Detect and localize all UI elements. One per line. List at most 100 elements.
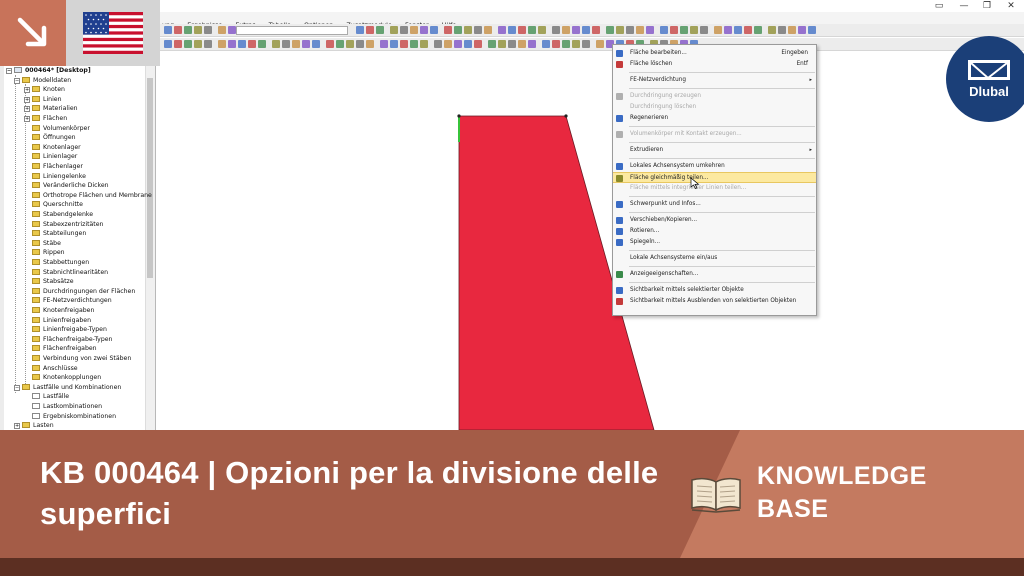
toolbar-button-icon[interactable] <box>258 40 266 48</box>
toolbar-button-icon[interactable] <box>248 40 256 48</box>
navigator-item[interactable]: + Materialien <box>24 104 78 114</box>
toolbar-button-icon[interactable] <box>734 26 742 34</box>
toolbar-button-icon[interactable] <box>194 26 202 34</box>
toolbar-button-icon[interactable] <box>164 26 172 34</box>
navigator-item[interactable]: FE-Netzverdichtungen <box>24 296 112 306</box>
context-menu-item[interactable]: Sichtbarkeit mittels Ausblenden von sele… <box>613 296 816 307</box>
context-menu-item[interactable]: Lokales Achsensystem umkehren <box>613 161 816 172</box>
context-menu-item[interactable]: Spiegeln... <box>613 237 816 248</box>
toolbar-button-icon[interactable] <box>582 26 590 34</box>
navigator-item[interactable]: Stäbe <box>24 239 61 249</box>
toolbar-button-icon[interactable] <box>444 40 452 48</box>
toolbar-button-icon[interactable] <box>312 40 320 48</box>
toolbar-button-icon[interactable] <box>528 26 536 34</box>
navigator-root[interactable]: − 000464* [Desktop] <box>6 66 91 76</box>
navigator-item[interactable]: Rippen <box>24 248 65 258</box>
navigator-item[interactable]: Durchdringungen der Flächen <box>24 287 135 297</box>
toolbar-button-icon[interactable] <box>562 26 570 34</box>
toolbar-button-icon[interactable] <box>326 40 334 48</box>
navigator-item[interactable]: − Modelldaten <box>14 76 71 86</box>
expand-icon[interactable]: + <box>24 116 30 122</box>
navigator-item[interactable]: Knotenfreigaben <box>24 306 94 316</box>
toolbar-button-icon[interactable] <box>174 40 182 48</box>
toolbar-button-icon[interactable] <box>184 26 192 34</box>
navigator-item[interactable]: Stabsätze <box>24 277 74 287</box>
toolbar-button-icon[interactable] <box>700 26 708 34</box>
toolbar-button-icon[interactable] <box>636 26 644 34</box>
navigator-item[interactable]: Ergebniskombinationen <box>24 412 116 422</box>
toolbar-button-icon[interactable] <box>464 40 472 48</box>
toolbar-button-icon[interactable] <box>484 26 492 34</box>
toolbar-button-icon[interactable] <box>380 40 388 48</box>
toolbar-button-icon[interactable] <box>366 40 374 48</box>
surface-node-2[interactable] <box>564 114 568 118</box>
toolbar-button-icon[interactable] <box>788 26 796 34</box>
context-menu-item[interactable]: Fläche gleichmäßig teilen... <box>613 172 816 183</box>
toolbar-button-icon[interactable] <box>228 40 236 48</box>
toolbar-button-icon[interactable] <box>714 26 722 34</box>
toolbar-button-icon[interactable] <box>670 26 678 34</box>
context-menu-item[interactable]: Fläche bearbeiten... Eingeben <box>613 48 816 59</box>
toolbar-button-icon[interactable] <box>434 40 442 48</box>
navigator-item[interactable]: Linienfreigabe-Typen <box>24 325 107 335</box>
toolbar-button-icon[interactable] <box>508 26 516 34</box>
context-menu-item[interactable]: Anzeigeeigenschaften... <box>613 269 816 280</box>
toolbar-button-icon[interactable] <box>194 40 202 48</box>
navigator-item[interactable]: Stabexzentrizitäten <box>24 220 103 230</box>
toolbar-button-icon[interactable] <box>646 26 654 34</box>
toolbar-button-icon[interactable] <box>454 26 462 34</box>
toolbar-button-icon[interactable] <box>204 40 212 48</box>
window-minimize-button[interactable]: — <box>953 0 975 12</box>
navigator-item[interactable]: + Flächen <box>24 114 67 124</box>
toolbar-button-icon[interactable] <box>518 40 526 48</box>
toolbar-button-icon[interactable] <box>680 26 688 34</box>
toolbar-button-icon[interactable] <box>346 40 354 48</box>
toolbar-button-icon[interactable] <box>356 40 364 48</box>
toolbar-button-icon[interactable] <box>552 26 560 34</box>
toolbar-button-icon[interactable] <box>184 40 192 48</box>
toolbar-button-icon[interactable] <box>292 40 300 48</box>
toolbar-button-icon[interactable] <box>444 26 452 34</box>
toolbar-button-icon[interactable] <box>754 26 762 34</box>
toolbar-button-icon[interactable] <box>552 40 560 48</box>
toolbar-button-icon[interactable] <box>542 40 550 48</box>
toolbar-button-icon[interactable] <box>366 26 374 34</box>
navigator-item[interactable]: Öffnungen <box>24 133 76 143</box>
navigator-item[interactable]: Lastfälle <box>24 392 69 402</box>
toolbar-button-icon[interactable] <box>488 40 496 48</box>
toolbar-button-icon[interactable] <box>400 40 408 48</box>
navigator-item[interactable]: − Lastfälle und Kombinationen <box>14 383 121 393</box>
toolbar-button-icon[interactable] <box>302 40 310 48</box>
navigator-item[interactable]: Orthotrope Flächen und Membrane <box>24 191 152 201</box>
toolbar-button-icon[interactable] <box>204 26 212 34</box>
toolbar-button-icon[interactable] <box>616 26 624 34</box>
context-menu-item[interactable]: Lokale Achsensysteme ein/aus <box>613 253 816 264</box>
toolbar-button-icon[interactable] <box>626 26 634 34</box>
toolbar-button-icon[interactable] <box>454 40 462 48</box>
context-menu-item[interactable]: Regenerieren <box>613 113 816 124</box>
navigator-item[interactable]: Verbindung von zwei Stäben <box>24 354 131 364</box>
collapse-icon[interactable]: − <box>14 384 20 391</box>
navigator-scroll-thumb[interactable] <box>147 78 153 278</box>
toolbar-button-icon[interactable] <box>778 26 786 34</box>
context-menu-item[interactable]: Rotieren... <box>613 226 816 237</box>
toolbar-button-icon[interactable] <box>582 40 590 48</box>
toolbar-button-icon[interactable] <box>174 26 182 34</box>
us-flag-icon[interactable] <box>83 12 143 54</box>
toolbar-button-icon[interactable] <box>474 26 482 34</box>
context-menu-item[interactable]: Extrudieren ▸ <box>613 145 816 156</box>
toolbar-button-icon[interactable] <box>572 26 580 34</box>
navigator-item[interactable]: Stabbettungen <box>24 258 89 268</box>
toolbar-button-icon[interactable] <box>410 26 418 34</box>
toolbar-button-icon[interactable] <box>218 40 226 48</box>
toolbar-button-icon[interactable] <box>430 26 438 34</box>
navigator-item[interactable]: Knotenkopplungen <box>24 373 101 383</box>
toolbar-button-icon[interactable] <box>410 40 418 48</box>
navigator-item[interactable]: Flächenfreigaben <box>24 344 97 354</box>
toolbar-button-icon[interactable] <box>498 40 506 48</box>
expand-icon[interactable]: + <box>24 87 30 94</box>
toolbar-button-icon[interactable] <box>528 40 536 48</box>
toolbar-button-icon[interactable] <box>724 26 732 34</box>
navigator-item[interactable]: Stabteilungen <box>24 229 86 239</box>
window-tile-button[interactable]: ▭ <box>928 0 950 12</box>
